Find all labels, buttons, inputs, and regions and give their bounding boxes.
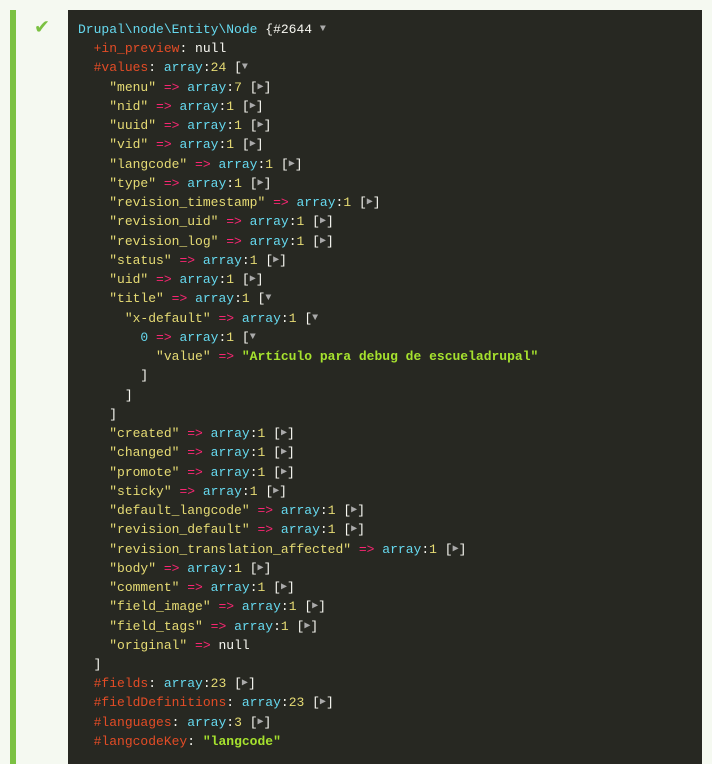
array-row: "field_image" => array:1 [▶] <box>78 597 702 616</box>
toggle-expanded-icon[interactable]: ▼ <box>312 309 318 328</box>
close-bracket: ] <box>78 366 702 385</box>
array-row: "status" => array:1 [▶] <box>78 251 702 270</box>
array-row: "promote" => array:1 [▶] <box>78 463 702 482</box>
footer-props-group: #fields: array:23 [▶] #fieldDefinitions:… <box>78 674 702 732</box>
prop-name: languages <box>101 715 171 730</box>
dump-container: ✔ Drupal\node\Entity\Node {#2644 ▼ +in_p… <box>10 10 702 764</box>
class-header-line: Drupal\node\Entity\Node {#2644 ▼ <box>78 20 702 39</box>
toggle-expanded-icon[interactable]: ▼ <box>242 58 248 77</box>
array-row: "default_langcode" => array:1 [▶] <box>78 501 702 520</box>
array-row: "nid" => array:1 [▶] <box>78 97 702 116</box>
row-key: "revision_default" <box>109 522 249 537</box>
close-bracket: ] <box>78 405 702 424</box>
row-zero: 0 => array:1 [▼ <box>78 328 702 347</box>
array-row: "created" => array:1 [▶] <box>78 424 702 443</box>
close-bracket: ] <box>78 655 702 674</box>
row-key: "revision_translation_affected" <box>109 542 351 557</box>
array-row: "type" => array:1 [▶] <box>78 174 702 193</box>
toggle-expanded-icon[interactable]: ▼ <box>320 20 326 39</box>
array-row: "body" => array:1 [▶] <box>78 559 702 578</box>
array-row: "vid" => array:1 [▶] <box>78 135 702 154</box>
row-key: "body" <box>109 561 156 576</box>
object-hash: #2644 <box>273 22 312 37</box>
row-key: "uuid" <box>109 118 156 133</box>
row-original: "original" => null <box>78 636 702 655</box>
prop-name: fields <box>101 676 148 691</box>
toggle-expanded-icon[interactable]: ▼ <box>265 289 271 308</box>
row-key: "revision_log" <box>109 234 218 249</box>
array-row: "revision_default" => array:1 [▶] <box>78 520 702 539</box>
row-key: "changed" <box>109 445 179 460</box>
row-key: "vid" <box>109 138 148 153</box>
prop-name: fieldDefinitions <box>101 695 226 710</box>
array-row: "comment" => array:1 [▶] <box>78 578 702 597</box>
row-key: "type" <box>109 176 156 191</box>
row-key: "created" <box>109 426 179 441</box>
row-key: "menu" <box>109 80 156 95</box>
row-value: "value" => "Artículo para debug de escue… <box>78 347 702 366</box>
row-xdefault: "x-default" => array:1 [▼ <box>78 309 702 328</box>
row-key: "promote" <box>109 465 179 480</box>
row-key: "revision_uid" <box>109 215 218 230</box>
row-title: "title" => array:1 [▼ <box>78 289 702 308</box>
array-row: "menu" => array:7 [▶] <box>78 78 702 97</box>
array-row: "langcode" => array:1 [▶] <box>78 155 702 174</box>
row-key: "comment" <box>109 580 179 595</box>
row-key: "uid" <box>109 272 148 287</box>
prop-values: #values: array:24 [▼ <box>78 58 702 77</box>
check-icon: ✔ <box>35 14 48 40</box>
prop-in-preview: +in_preview: null <box>78 39 702 58</box>
array-row: "uid" => array:1 [▶] <box>78 270 702 289</box>
array-row: "sticky" => array:1 [▶] <box>78 482 702 501</box>
array-row: "changed" => array:1 [▶] <box>78 443 702 462</box>
row-key: "sticky" <box>109 484 171 499</box>
row-key: "nid" <box>109 99 148 114</box>
row-key: "field_image" <box>109 599 210 614</box>
array-row: "revision_timestamp" => array:1 [▶] <box>78 193 702 212</box>
prop-langcode-key: #langcodeKey: "langcode" <box>78 732 702 751</box>
code-panel[interactable]: Drupal\node\Entity\Node {#2644 ▼ +in_pre… <box>68 10 702 764</box>
array-row: "field_tags" => array:1 [▶] <box>78 617 702 636</box>
row-key: "revision_timestamp" <box>109 195 265 210</box>
prop-row: #fieldDefinitions: array:23 [▶] <box>78 693 702 712</box>
status-check-area: ✔ <box>16 10 68 764</box>
array-row: "revision_log" => array:1 [▶] <box>78 232 702 251</box>
prop-row: #fields: array:23 [▶] <box>78 674 702 693</box>
toggle-expanded-icon[interactable]: ▼ <box>250 328 256 347</box>
row-key: "status" <box>109 253 171 268</box>
array-row: "uuid" => array:1 [▶] <box>78 116 702 135</box>
row-key: "langcode" <box>109 157 187 172</box>
row-key: "field_tags" <box>109 619 203 634</box>
values-rows-group-2: "created" => array:1 [▶] "changed" => ar… <box>78 424 702 636</box>
array-row: "revision_uid" => array:1 [▶] <box>78 212 702 231</box>
title-value-string: "Artículo para debug de escueladrupal" <box>242 349 538 364</box>
close-bracket: ] <box>78 386 702 405</box>
values-rows-group: "menu" => array:7 [▶] "nid" => array:1 [… <box>78 78 702 290</box>
prop-row: #languages: array:3 [▶] <box>78 713 702 732</box>
array-row: "revision_translation_affected" => array… <box>78 540 702 559</box>
row-key: "default_langcode" <box>109 503 249 518</box>
class-name: Drupal\node\Entity\Node <box>78 22 257 37</box>
